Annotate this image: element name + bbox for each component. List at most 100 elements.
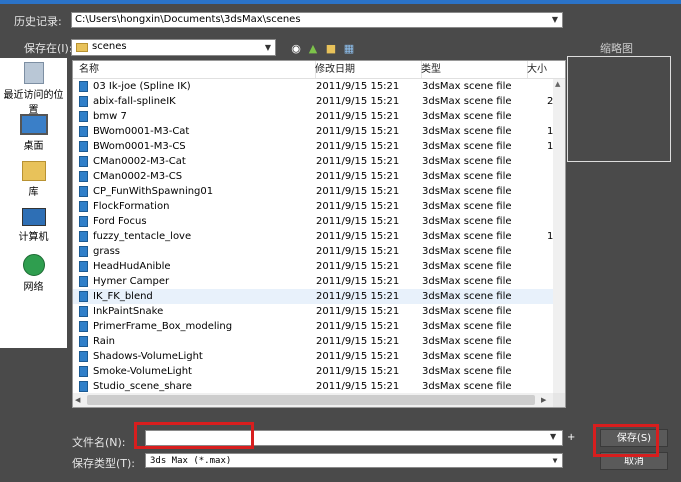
place-library-label: 库 — [28, 187, 39, 198]
file-row[interactable]: Hymer Camper 2011/9/15 15:21 3dsMax scene … — [73, 274, 553, 289]
file-row[interactable]: Ford Focus 2011/9/15 15:21 3dsMax scene fi… — [73, 214, 553, 229]
file-date: 2011/9/15 15:21 — [316, 381, 400, 392]
scroll-right-icon[interactable]: ▶ — [541, 396, 546, 404]
file-row[interactable]: HeadHudAnible 2011/9/15 15:21 3dsMax scene… — [73, 259, 553, 274]
file-date: 2011/9/15 15:21 — [316, 231, 400, 242]
file-row[interactable]: IK_FK_blend 2011/9/15 15:21 3dsMax scene f… — [73, 289, 553, 304]
file-type: 3dsMax scene file — [422, 351, 512, 362]
new-folder-icon[interactable]: ■ — [324, 41, 338, 55]
file-type: 3dsMax scene file — [422, 231, 512, 242]
back-icon[interactable]: ◉ — [289, 41, 303, 55]
file-row[interactable]: BWom0001-M3-CS 2011/9/15 15:21 3dsMax scen… — [73, 139, 553, 154]
network-icon — [22, 254, 45, 276]
scroll-corner — [553, 393, 565, 407]
column-name[interactable]: 名称 — [73, 61, 316, 78]
max-file-icon — [79, 321, 88, 332]
history-path-dropdown[interactable]: C:\Users\hongxin\Documents\3dsMax\scenes… — [71, 12, 563, 28]
chevron-down-icon[interactable]: ▼ — [548, 454, 562, 467]
save-in-dropdown[interactable]: scenes ▼ — [71, 39, 276, 56]
file-row[interactable]: CP_FunWithSpawning01 2011/9/15 15:21 3dsMa… — [73, 184, 553, 199]
file-name: Hymer Camper — [93, 276, 170, 287]
file-row[interactable]: Studio_scene_share 2011/9/15 15:21 3dsMax … — [73, 379, 553, 394]
file-name: Ford Focus — [93, 216, 147, 227]
chevron-down-icon[interactable]: ▼ — [261, 40, 275, 55]
chevron-down-icon[interactable]: ▼ — [548, 13, 562, 27]
place-desktop-label: 桌面 — [23, 141, 44, 152]
file-row[interactable]: CMan0002-M3-CS 2011/9/15 15:21 3dsMax scen… — [73, 169, 553, 184]
file-row[interactable]: Shadows-VolumeLight 2011/9/15 15:21 3dsMax… — [73, 349, 553, 364]
max-file-icon — [79, 381, 88, 392]
file-row[interactable]: FlockFormation 2011/9/15 15:21 3dsMax scen… — [73, 199, 553, 214]
plus-icon[interactable]: + — [567, 432, 575, 443]
max-file-icon — [79, 111, 88, 122]
up-folder-icon[interactable]: ▲ — [306, 41, 320, 55]
place-network[interactable]: 网络 — [0, 254, 67, 293]
max-file-icon — [79, 291, 88, 302]
max-file-icon — [79, 156, 88, 167]
file-row[interactable]: Smoke-VolumeLight 2011/9/15 15:21 3dsMax s… — [73, 364, 553, 379]
history-label: 历史记录: — [14, 15, 62, 28]
horizontal-scroll-thumb[interactable] — [87, 395, 535, 405]
horizontal-scrollbar[interactable]: ◀ ▶ — [73, 393, 553, 407]
max-file-icon — [79, 126, 88, 137]
file-list-header: 名称 修改日期 类型 大小 — [73, 61, 565, 79]
file-type: 3dsMax scene file — [422, 201, 512, 212]
library-icon — [21, 161, 46, 181]
max-file-icon — [79, 306, 88, 317]
file-row[interactable]: grass 2011/9/15 15:21 3dsMax scene file — [73, 244, 553, 259]
place-recent[interactable]: 最近访问的位置 — [0, 62, 67, 116]
file-type: 3dsMax scene file — [422, 366, 512, 377]
file-name: 03 Ik-joe (Spline IK) — [93, 81, 191, 92]
file-row[interactable]: CMan0002-M3-Cat 2011/9/15 15:21 3dsMax sce… — [73, 154, 553, 169]
max-file-icon — [79, 336, 88, 347]
file-list[interactable]: 名称 修改日期 类型 大小 03 Ik-joe (Spline IK) 2011/… — [72, 60, 566, 408]
file-row[interactable]: BWom0001-M3-Cat 2011/9/15 15:21 3dsMax sce… — [73, 124, 553, 139]
max-file-icon — [79, 351, 88, 362]
column-type[interactable]: 类型 — [415, 61, 528, 78]
place-computer-label: 计算机 — [18, 232, 49, 243]
vertical-scrollbar[interactable]: ▲ — [553, 79, 565, 393]
file-name: abix-fall-splineIK — [93, 96, 176, 107]
file-date: 2011/9/15 15:21 — [316, 306, 400, 317]
file-row[interactable]: Rain 2011/9/15 15:21 3dsMax scene file — [73, 334, 553, 349]
file-date: 2011/9/15 15:21 — [316, 171, 400, 182]
file-name: HeadHudAnible — [93, 261, 171, 272]
max-file-icon — [79, 261, 88, 272]
file-row[interactable]: bmw 7 2011/9/15 15:21 3dsMax scene file — [73, 109, 553, 124]
file-type: 3dsMax scene file — [422, 246, 512, 257]
scroll-up-icon[interactable]: ▲ — [555, 81, 563, 88]
file-date: 2011/9/15 15:21 — [316, 276, 400, 287]
file-type: 3dsMax scene file — [422, 171, 512, 182]
file-date: 2011/9/15 15:21 — [316, 81, 400, 92]
place-computer[interactable]: 计算机 — [0, 208, 67, 243]
scroll-left-icon[interactable]: ◀ — [75, 396, 80, 404]
file-row[interactable]: 03 Ik-joe (Spline IK) 2011/9/15 15:21 3dsM… — [73, 79, 553, 94]
file-name: fuzzy_tentacle_love — [93, 231, 192, 242]
file-row[interactable]: abix-fall-splineIK 2011/9/15 15:21 3dsMax … — [73, 94, 553, 109]
file-row[interactable]: InkPaintSnake 2011/9/15 15:21 3dsMax scene… — [73, 304, 553, 319]
thumbnail-label: 缩略图 — [600, 42, 633, 55]
file-row[interactable]: fuzzy_tentacle_love 2011/9/15 15:21 3dsMax… — [73, 229, 553, 244]
window-top-edge — [0, 0, 681, 4]
filetype-dropdown[interactable]: 3ds Max (*.max) ▼ — [145, 453, 563, 468]
place-library[interactable]: 库 — [0, 161, 67, 198]
history-path-text: C:\Users\hongxin\Documents\3dsMax\scenes — [75, 14, 301, 25]
max-file-icon — [79, 171, 88, 182]
max-file-icon — [79, 96, 88, 107]
place-desktop[interactable]: 桌面 — [0, 114, 67, 152]
file-name: BWom0001-M3-CS — [93, 141, 186, 152]
file-date: 2011/9/15 15:21 — [316, 96, 400, 107]
file-name: grass — [93, 246, 121, 257]
file-name: InkPaintSnake — [93, 306, 164, 317]
max-file-icon — [79, 276, 88, 287]
file-date: 2011/9/15 15:21 — [316, 291, 400, 302]
column-date[interactable]: 修改日期 — [309, 61, 422, 78]
filetype-value: 3ds Max (*.max) — [150, 456, 232, 466]
file-row[interactable]: PrimerFrame_Box_modeling 2011/9/15 15:21 3… — [73, 319, 553, 334]
view-menu-icon[interactable]: ▦ — [342, 41, 356, 55]
chevron-down-icon[interactable]: ▼ — [550, 432, 556, 441]
file-name: PrimerFrame_Box_modeling — [93, 321, 233, 332]
places-bar: 最近访问的位置 桌面 库 计算机 网络 — [0, 58, 67, 348]
file-type: 3dsMax scene file — [422, 261, 512, 272]
column-size[interactable]: 大小 — [521, 61, 565, 78]
